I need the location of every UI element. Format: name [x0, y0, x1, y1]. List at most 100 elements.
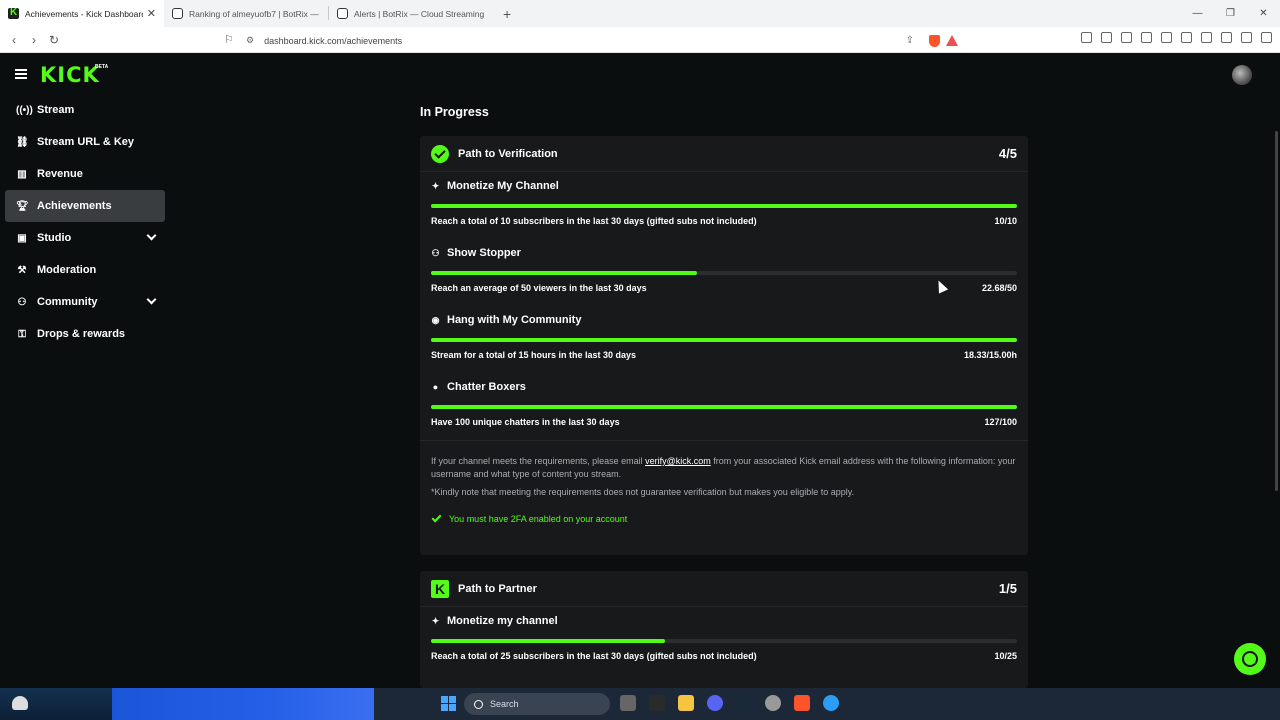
wallet-icon[interactable]	[1201, 32, 1212, 43]
search-placeholder: Search	[490, 699, 519, 709]
sidebar-item-drops-rewards[interactable]: ⚿ Drops & rewards	[5, 318, 165, 350]
sidebar-item-achievements[interactable]: 🏆︎ Achievements	[5, 190, 165, 222]
sidebar-item-stream-url-key[interactable]: ⛓ Stream URL & Key	[5, 126, 165, 158]
page-scrollbar[interactable]	[1275, 131, 1278, 491]
forward-icon[interactable]: ›	[24, 33, 44, 47]
progress-bar	[431, 338, 1017, 342]
link-icon: ⛓	[16, 136, 29, 148]
sparkle-icon: ✦	[431, 615, 440, 626]
back-icon[interactable]: ‹	[4, 33, 24, 47]
checkmark-icon	[431, 512, 442, 523]
edge-icon[interactable]	[823, 695, 839, 711]
weather-icon[interactable]	[12, 696, 28, 710]
chevron-down-icon[interactable]	[146, 230, 157, 241]
sidebar: ((•)) Stream ⛓ Stream URL & Key ▥ Revenu…	[5, 94, 165, 350]
download-icon[interactable]	[1141, 32, 1152, 43]
hamburger-menu-icon[interactable]	[15, 69, 27, 79]
browser-toolbar: ‹ › ↻ ⚐ ⚙ dashboard.kick.com/achievement…	[0, 27, 1280, 53]
sidebar-item-moderation[interactable]: ⚒ Moderation	[5, 254, 165, 286]
menu-icon[interactable]	[1261, 32, 1272, 43]
viewers-icon: ⚇	[431, 247, 440, 258]
requirement-item: ● Chatter Boxers Have 100 unique chatters…	[420, 373, 1028, 440]
steam-icon[interactable]	[736, 695, 752, 711]
requirement-item: ✦ Monetize my channel Reach a total of 25…	[420, 607, 1028, 674]
card-score: 1/5	[998, 581, 1017, 596]
sidebar-item-label: Moderation	[37, 264, 97, 276]
studio-icon: ▣	[17, 232, 27, 244]
discord-icon[interactable]	[707, 695, 723, 711]
requirement-description: Reach a total of 10 subscribers in the l…	[431, 216, 757, 226]
sidebar-item-studio[interactable]: ▣ Studio	[5, 222, 165, 254]
trophy-icon: 🏆︎	[16, 200, 29, 212]
task-view-icon[interactable]	[620, 695, 636, 711]
sidebar-item-label: Stream	[37, 104, 75, 116]
progress-fill	[431, 204, 1017, 208]
taskbar-search[interactable]: Search	[464, 693, 610, 715]
sidebar-toggle-icon[interactable]	[1181, 32, 1192, 43]
browser-tab-ranking[interactable]: Ranking of almeyuofb7 | BotRix — Cl	[164, 0, 328, 27]
requirement-value: 22.68/50	[981, 283, 1017, 293]
vpn-icon[interactable]	[1241, 32, 1252, 43]
extension-icon[interactable]	[1081, 32, 1092, 43]
requirement-item: ✦ Monetize My Channel Reach a total of 10…	[420, 172, 1028, 239]
file-explorer-icon[interactable]	[678, 695, 694, 711]
tab-close-icon[interactable]: ✕	[147, 7, 156, 20]
chevron-down-icon[interactable]	[146, 294, 157, 305]
progress-fill	[431, 405, 1017, 409]
headset-icon	[1242, 651, 1258, 667]
obs-icon[interactable]	[765, 695, 781, 711]
beta-badge: BETA	[95, 64, 109, 70]
media-icon[interactable]	[1161, 32, 1172, 43]
sidebar-item-label: Revenue	[37, 168, 83, 180]
brave-shield-icon[interactable]	[929, 34, 940, 47]
tab-title: Alerts | BotRix — Cloud Streaming Bo	[354, 8, 485, 19]
search-icon	[474, 699, 483, 709]
sidebar-item-revenue[interactable]: ▥ Revenue	[5, 158, 165, 190]
card-score: 4/5	[998, 146, 1017, 161]
leo-icon[interactable]	[1221, 32, 1232, 43]
instructions-text: If your channel meets the requirements, …	[431, 455, 1017, 481]
windows-start-icon[interactable]	[441, 696, 456, 711]
maximize-icon[interactable]: ❐	[1214, 0, 1247, 27]
verify-email-link[interactable]: verify@kick.com	[645, 456, 711, 466]
reload-icon[interactable]: ↻	[44, 33, 64, 47]
new-tab-button[interactable]: +	[493, 6, 521, 27]
support-chat-button[interactable]	[1234, 643, 1266, 675]
address-bar[interactable]: ⚙ dashboard.kick.com/achievements ⇪	[246, 32, 966, 49]
minimize-icon[interactable]: —	[1181, 0, 1214, 27]
bookmark-icon[interactable]: ⚐	[224, 33, 234, 46]
dashboard-page: KICK BETA ((•)) Stream ⛓ Stream URL & Ke…	[0, 53, 1280, 688]
botrix-favicon-icon	[172, 8, 183, 19]
sidebar-item-label: Stream URL & Key	[37, 136, 134, 148]
broadcast-icon: ◉	[431, 314, 440, 325]
capcut-icon[interactable]	[649, 695, 665, 711]
verified-badge-icon	[431, 144, 449, 163]
sidebar-item-stream[interactable]: ((•)) Stream	[5, 94, 165, 126]
requirement-item: ⚇ Show Stopper Reach an average of 50 vie…	[420, 239, 1028, 306]
close-window-icon[interactable]: ✕	[1247, 0, 1280, 27]
brave-icon[interactable]	[794, 695, 810, 711]
sidebar-item-community[interactable]: ⚇ Community	[5, 286, 165, 318]
puzzle-icon[interactable]	[1101, 32, 1112, 43]
requirement-value: 10/25	[994, 651, 1017, 661]
brave-rewards-icon[interactable]	[946, 35, 958, 46]
requirement-description: Reach an average of 50 viewers in the la…	[431, 283, 647, 293]
browser-tab-achievements[interactable]: Achievements - Kick Dashboard ✕	[0, 0, 164, 27]
screenshot-icon[interactable]	[1121, 32, 1132, 43]
requirement-value: 10/10	[994, 216, 1017, 226]
browser-tab-strip: Achievements - Kick Dashboard ✕ Ranking …	[0, 0, 1280, 27]
requirement-name: ◉ Hang with My Community	[431, 314, 582, 326]
gift-icon: ⚿	[18, 328, 26, 340]
avatar[interactable]	[1232, 65, 1252, 85]
requirement-item: ◉ Hang with My Community Stream for a tot…	[420, 306, 1028, 373]
sidebar-item-label: Achievements	[37, 200, 112, 212]
kick-logo[interactable]: KICK	[40, 63, 100, 87]
browser-tab-alerts[interactable]: Alerts | BotRix — Cloud Streaming Bo	[329, 0, 493, 27]
partner-card: Path to Partner 1/5 ✦ Monetize my channel…	[420, 571, 1028, 688]
sparkle-icon: ✦	[431, 180, 440, 191]
requirement-description: Stream for a total of 15 hours in the la…	[431, 350, 637, 360]
twofa-requirement: You must have 2FA enabled on your accoun…	[431, 512, 627, 524]
site-info-icon[interactable]: ⚙	[246, 35, 254, 46]
share-icon[interactable]: ⇪	[906, 35, 914, 46]
card-title: Path to Partner	[458, 582, 537, 595]
